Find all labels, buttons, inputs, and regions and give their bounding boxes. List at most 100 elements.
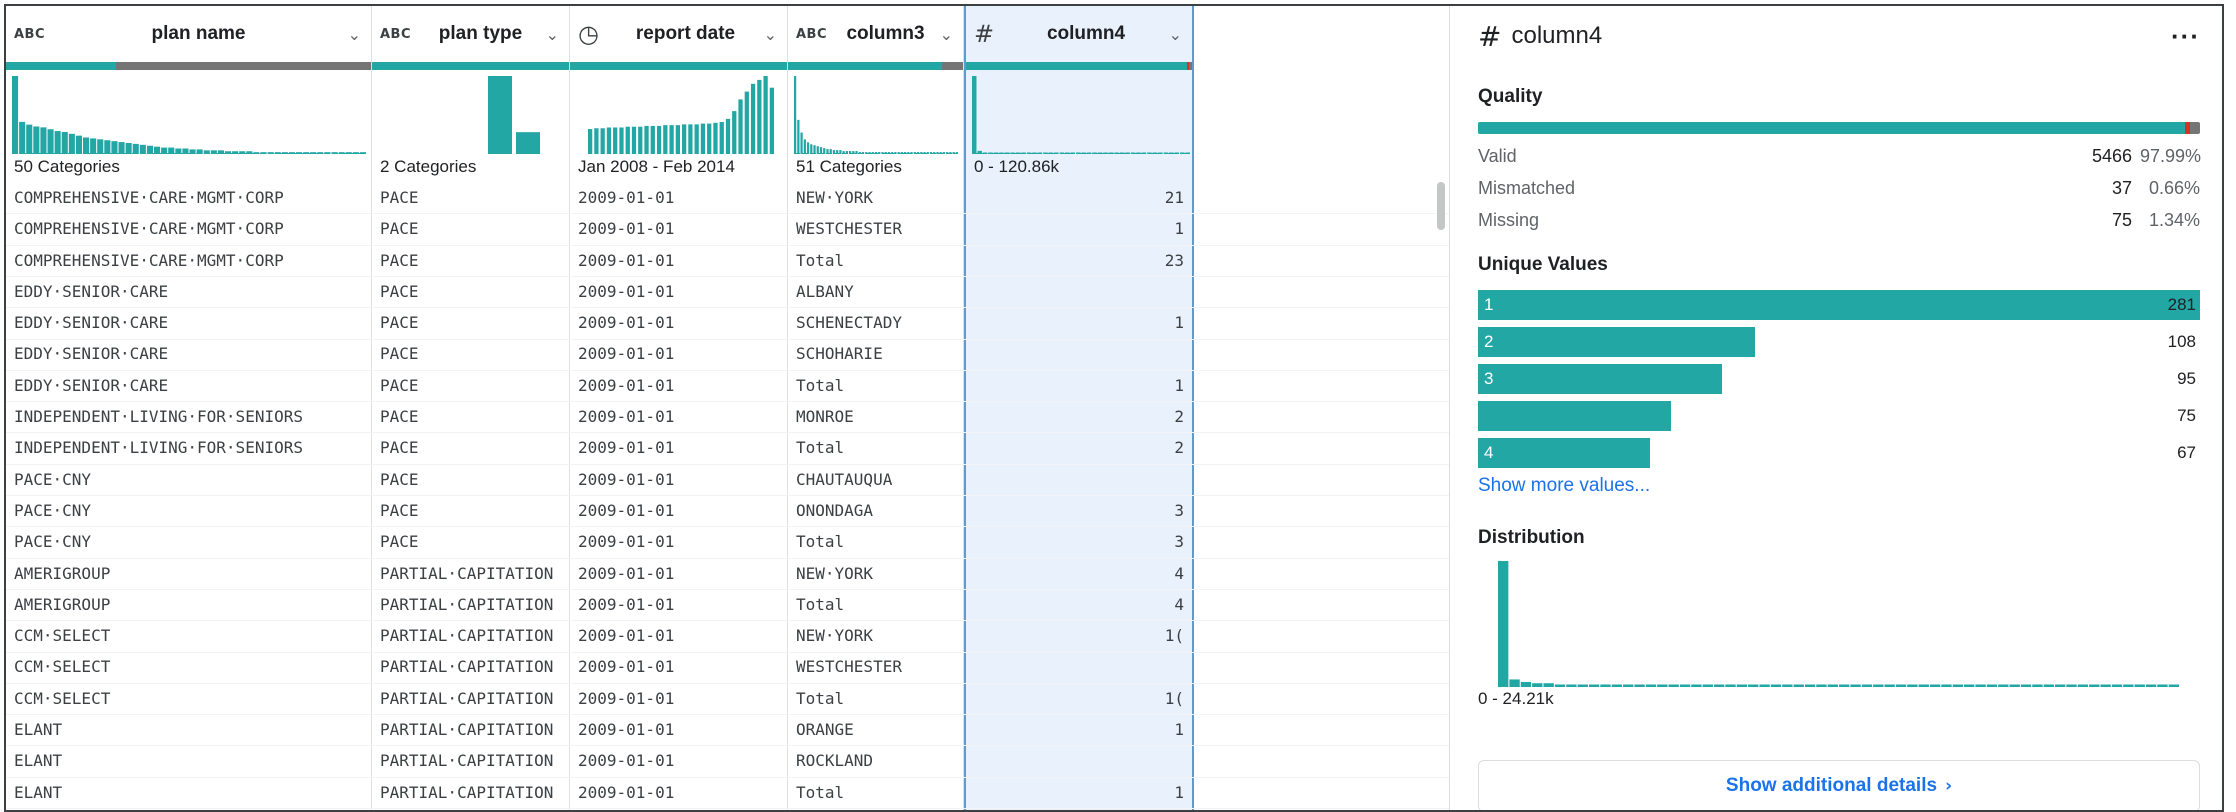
table-cell[interactable]: COMPREHENSIVE·CARE·MGMT·CORP bbox=[6, 245, 371, 276]
distribution-bar[interactable] bbox=[1964, 684, 1975, 687]
table-cell[interactable]: Total bbox=[788, 370, 963, 401]
distribution-bar[interactable] bbox=[1804, 684, 1816, 687]
distribution-bar[interactable] bbox=[1634, 684, 1645, 687]
histogram-bar[interactable] bbox=[719, 122, 724, 154]
table-cell[interactable]: CCM·SELECT bbox=[6, 620, 371, 651]
table-cell[interactable]: PACE bbox=[372, 526, 569, 557]
table-cell[interactable]: PACE bbox=[372, 338, 569, 369]
more-options-button[interactable]: ··· bbox=[2171, 21, 2200, 52]
table-cell[interactable]: 2009-01-01 bbox=[570, 714, 787, 745]
table-cell[interactable]: PACE bbox=[372, 370, 569, 401]
column-header[interactable]: # column4 ⌄ bbox=[966, 6, 1192, 62]
table-cell[interactable]: PACE bbox=[372, 213, 569, 244]
distribution-bar[interactable] bbox=[1986, 684, 1998, 687]
column-plan_name[interactable]: ABC plan name ⌄ 50 Categories COMPREHENSIVE·… bbox=[6, 6, 372, 810]
table-cell[interactable]: Total bbox=[788, 526, 963, 557]
histogram-bar[interactable] bbox=[154, 146, 161, 154]
column-header[interactable]: ◷ report date ⌄ bbox=[570, 6, 787, 62]
histogram-bar[interactable] bbox=[732, 111, 737, 154]
distribution-bar[interactable] bbox=[1827, 684, 1838, 687]
distribution-bar[interactable] bbox=[1520, 681, 1532, 687]
histogram-bar[interactable] bbox=[887, 152, 891, 154]
histogram-bar[interactable] bbox=[90, 138, 97, 154]
distribution-bar[interactable] bbox=[1566, 684, 1577, 687]
distribution-bar[interactable] bbox=[2054, 684, 2066, 687]
histogram-bar[interactable] bbox=[650, 125, 655, 154]
distribution-bar[interactable] bbox=[1736, 684, 1748, 687]
histogram-bar[interactable] bbox=[606, 127, 612, 154]
table-cell[interactable]: 2009-01-01 bbox=[570, 182, 787, 213]
table-cell[interactable]: ORANGE bbox=[788, 714, 963, 745]
histogram-bar[interactable] bbox=[104, 140, 111, 154]
histogram-bar[interactable] bbox=[688, 124, 693, 154]
histogram-bar[interactable] bbox=[613, 127, 618, 154]
table-cell[interactable] bbox=[966, 464, 1192, 495]
histogram-bar[interactable] bbox=[750, 83, 756, 154]
column-column4[interactable]: # column4 ⌄ 0 - 120.86k 21 1 23 1 1 2 2 3 3 4 4 1(1(1 1 bbox=[964, 6, 1194, 810]
histogram-bar[interactable] bbox=[663, 125, 668, 154]
histogram-bar[interactable] bbox=[488, 76, 512, 154]
histogram-bar[interactable] bbox=[61, 131, 68, 154]
table-cell[interactable]: PACE bbox=[372, 307, 569, 338]
distribution-bar[interactable] bbox=[1748, 684, 1759, 687]
table-cell[interactable]: ALBANY bbox=[788, 276, 963, 307]
distribution-bar[interactable] bbox=[1509, 679, 1520, 687]
table-cell[interactable]: 2009-01-01 bbox=[570, 245, 787, 276]
unique-value-row[interactable]: 75 bbox=[1478, 401, 2200, 431]
table-cell[interactable]: PACE·CNY bbox=[6, 464, 371, 495]
distribution-bar[interactable] bbox=[1782, 684, 1793, 687]
histogram-bar[interactable] bbox=[631, 126, 637, 154]
distribution-bar[interactable] bbox=[2100, 684, 2111, 687]
distribution-bar[interactable] bbox=[1498, 561, 1509, 687]
histogram-bar[interactable] bbox=[146, 145, 153, 154]
distribution-bar[interactable] bbox=[1895, 684, 1907, 687]
table-cell[interactable]: PACE·CNY bbox=[6, 495, 371, 526]
distribution-bar[interactable] bbox=[1725, 684, 1736, 687]
table-cell[interactable]: 2009-01-01 bbox=[570, 651, 787, 682]
histogram-bar[interactable] bbox=[904, 152, 907, 154]
table-cell[interactable]: EDDY·SENIOR·CARE bbox=[6, 370, 371, 401]
table-cell[interactable]: INDEPENDENT·LIVING·FOR·SENIORS bbox=[6, 401, 371, 432]
table-cell[interactable]: 1 bbox=[966, 307, 1192, 338]
table-cell[interactable] bbox=[966, 651, 1192, 682]
table-cell[interactable]: PARTIAL·CAPITATION bbox=[372, 745, 569, 776]
histogram-bar[interactable] bbox=[588, 129, 593, 154]
table-cell[interactable]: ONONDAGA bbox=[788, 495, 963, 526]
distribution-bar[interactable] bbox=[1861, 684, 1873, 687]
table-cell[interactable]: PACE bbox=[372, 276, 569, 307]
histogram-bar[interactable] bbox=[656, 125, 662, 154]
histogram-bar[interactable] bbox=[132, 143, 139, 154]
histogram-bar[interactable] bbox=[800, 132, 803, 154]
column-column3[interactable]: ABC column3 ⌄ 51 Categories NEW·YORK WESTCHES… bbox=[788, 6, 964, 810]
table-cell[interactable] bbox=[966, 745, 1192, 776]
table-cell[interactable]: 2009-01-01 bbox=[570, 432, 787, 463]
column-histogram[interactable] bbox=[794, 74, 958, 154]
distribution-bar[interactable] bbox=[1929, 684, 1941, 687]
histogram-bar[interactable] bbox=[75, 135, 82, 154]
histogram-bar[interactable] bbox=[806, 142, 810, 154]
table-cell[interactable]: PARTIAL·CAPITATION bbox=[372, 714, 569, 745]
distribution-bar[interactable] bbox=[2066, 684, 2077, 687]
distribution-bar[interactable] bbox=[1816, 684, 1827, 687]
distribution-bar[interactable] bbox=[2134, 684, 2145, 687]
distribution-bar[interactable] bbox=[2043, 684, 2054, 687]
distribution-bar[interactable] bbox=[1952, 684, 1964, 687]
histogram-bar[interactable] bbox=[797, 119, 800, 154]
distribution-bar[interactable] bbox=[1588, 684, 1600, 687]
distribution-bar[interactable] bbox=[2089, 684, 2100, 687]
distribution-bar[interactable] bbox=[1702, 684, 1713, 687]
distribution-bar[interactable] bbox=[2020, 684, 2032, 687]
histogram-bar[interactable] bbox=[725, 118, 731, 154]
histogram-bar[interactable] bbox=[638, 126, 643, 154]
histogram-bar[interactable] bbox=[68, 133, 75, 154]
histogram-bar[interactable] bbox=[794, 76, 797, 154]
distribution-bar[interactable] bbox=[1941, 684, 1952, 687]
histogram-bar[interactable] bbox=[600, 128, 605, 154]
distribution-bar[interactable] bbox=[1759, 684, 1770, 687]
distribution-bar[interactable] bbox=[1873, 684, 1884, 687]
table-cell[interactable]: 3 bbox=[966, 526, 1192, 557]
histogram-bar[interactable] bbox=[125, 142, 132, 154]
table-cell[interactable]: EDDY·SENIOR·CARE bbox=[6, 307, 371, 338]
table-cell[interactable]: 1 bbox=[966, 777, 1192, 808]
histogram-bar[interactable] bbox=[738, 99, 743, 154]
